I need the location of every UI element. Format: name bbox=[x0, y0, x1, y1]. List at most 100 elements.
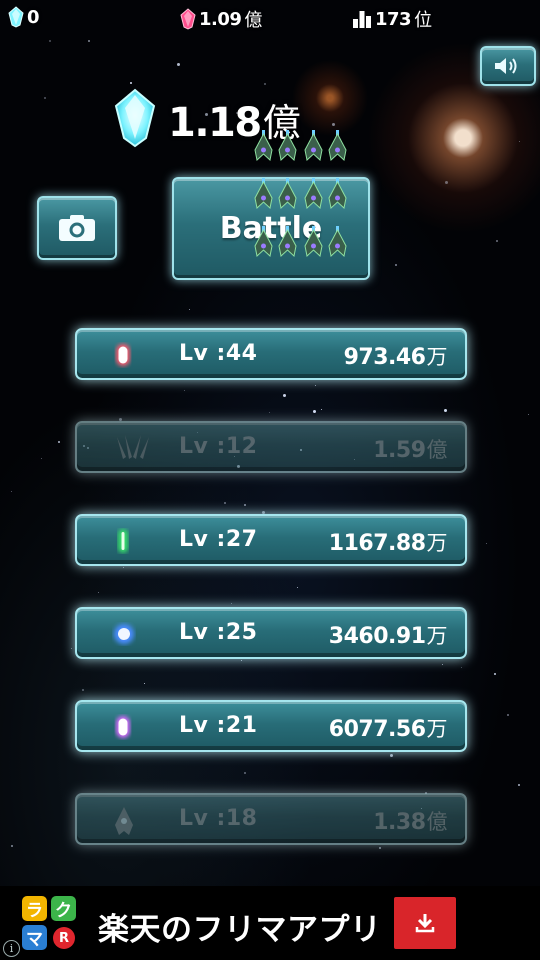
star bbox=[269, 412, 270, 413]
bar-chart-icon bbox=[353, 11, 371, 28]
star bbox=[332, 123, 335, 126]
total-crystals-value: 1.18 bbox=[168, 100, 262, 146]
star bbox=[494, 673, 496, 675]
camera-icon bbox=[59, 215, 95, 241]
weapon-power: 1.59 億 bbox=[373, 434, 447, 464]
battle-button[interactable]: Battle bbox=[172, 177, 370, 280]
star bbox=[123, 567, 124, 568]
star bbox=[41, 458, 42, 459]
crystal-icon bbox=[114, 88, 156, 148]
star bbox=[395, 264, 397, 266]
star bbox=[321, 409, 322, 410]
weapon-power-value: 3460.91 bbox=[328, 624, 426, 649]
star bbox=[184, 390, 185, 391]
star bbox=[444, 409, 447, 412]
star bbox=[244, 504, 246, 506]
weapon-icon bbox=[111, 342, 135, 374]
weapon-icon bbox=[111, 528, 135, 560]
weapon-icon bbox=[111, 714, 135, 746]
weapon-slot[interactable]: Lv :18 1.38 億 bbox=[75, 793, 467, 845]
rank-value: 173 bbox=[375, 8, 412, 30]
gem-count-unit: 億 bbox=[244, 10, 262, 31]
star bbox=[49, 40, 51, 42]
gem-counter: 1.09 億 bbox=[180, 6, 262, 32]
ad-headline[interactable]: 楽天のフリマアプリ bbox=[98, 904, 382, 949]
star bbox=[313, 410, 316, 413]
weapon-slot[interactable]: Lv :21 6077.56 万 bbox=[75, 700, 467, 752]
weapon-level: Lv :21 bbox=[179, 713, 258, 738]
star bbox=[71, 648, 72, 649]
star bbox=[528, 414, 529, 415]
star bbox=[283, 394, 286, 397]
star bbox=[442, 664, 443, 665]
star bbox=[390, 754, 393, 757]
crystal-count: 0 bbox=[27, 6, 40, 28]
weapon-power-value: 6077.56 bbox=[328, 717, 426, 742]
weapon-level: Lv :25 bbox=[179, 620, 258, 645]
star bbox=[244, 772, 246, 774]
ad-download-button[interactable] bbox=[394, 897, 456, 949]
star bbox=[177, 63, 180, 66]
star bbox=[518, 784, 520, 786]
weapon-slot[interactable]: Lv :12 1.59 億 bbox=[75, 421, 467, 473]
total-crystals: 1.18 億 bbox=[168, 92, 301, 147]
star bbox=[461, 667, 462, 668]
star bbox=[44, 97, 46, 99]
star bbox=[58, 441, 60, 443]
weapon-level: Lv :18 bbox=[179, 806, 258, 831]
screenshot-button[interactable] bbox=[37, 196, 117, 260]
weapon-power-unit: 万 bbox=[426, 531, 448, 555]
ad-logo-tile: R bbox=[53, 927, 75, 949]
ad-logo-tile: ク bbox=[51, 896, 76, 921]
pink-gem-icon bbox=[180, 8, 196, 30]
star bbox=[144, 683, 145, 684]
star bbox=[264, 83, 266, 85]
weapon-power: 3460.91 万 bbox=[328, 620, 448, 650]
total-crystals-unit: 億 bbox=[262, 101, 301, 145]
star bbox=[519, 141, 520, 142]
weapon-slot[interactable]: Lv :27 1167.88 万 bbox=[75, 514, 467, 566]
rank-counter: 173 位 bbox=[352, 6, 432, 32]
star bbox=[88, 40, 90, 42]
star bbox=[11, 491, 12, 492]
star bbox=[496, 240, 498, 242]
status-bar: 0 1.09 億 173 位 bbox=[0, 0, 540, 34]
weapon-power-value: 1167.88 bbox=[328, 531, 426, 556]
crystal-counter: 0 bbox=[8, 6, 40, 28]
star bbox=[98, 592, 99, 593]
speaker-icon bbox=[495, 58, 517, 74]
weapon-power: 973.46 万 bbox=[344, 341, 448, 371]
weapon-slot[interactable]: Lv :25 3460.91 万 bbox=[75, 607, 467, 659]
weapon-slot[interactable]: Lv :44 973.46 万 bbox=[75, 328, 467, 380]
weapon-power-value: 1.38 bbox=[373, 810, 426, 835]
weapon-power: 6077.56 万 bbox=[328, 713, 448, 743]
download-icon bbox=[415, 914, 435, 933]
weapon-icon bbox=[111, 435, 151, 467]
star bbox=[189, 309, 190, 310]
weapon-level: Lv :44 bbox=[179, 341, 258, 366]
gem-count: 1.09 bbox=[199, 8, 242, 30]
weapon-power-unit: 億 bbox=[426, 438, 448, 462]
ad-logo-tile: マ bbox=[22, 925, 47, 950]
star bbox=[224, 502, 226, 504]
weapon-power-value: 1.59 bbox=[373, 438, 426, 463]
ad-logo-tile: ラ bbox=[22, 896, 47, 921]
ad-info-icon[interactable]: i bbox=[3, 940, 20, 957]
star bbox=[82, 689, 84, 691]
star bbox=[379, 847, 381, 849]
crystal-icon bbox=[8, 6, 24, 28]
weapon-power: 1167.88 万 bbox=[328, 527, 448, 557]
star bbox=[486, 543, 487, 544]
weapon-power: 1.38 億 bbox=[373, 806, 447, 836]
star bbox=[11, 845, 13, 847]
sound-toggle-button[interactable] bbox=[480, 46, 536, 86]
weapon-icon bbox=[111, 807, 137, 843]
weapon-icon bbox=[111, 621, 137, 653]
star bbox=[297, 587, 298, 588]
star bbox=[445, 181, 448, 184]
star bbox=[241, 660, 242, 661]
rank-unit: 位 bbox=[414, 10, 432, 31]
ad-app-logo[interactable]: ラクマR bbox=[22, 896, 76, 950]
star bbox=[315, 385, 316, 386]
star bbox=[231, 603, 232, 604]
